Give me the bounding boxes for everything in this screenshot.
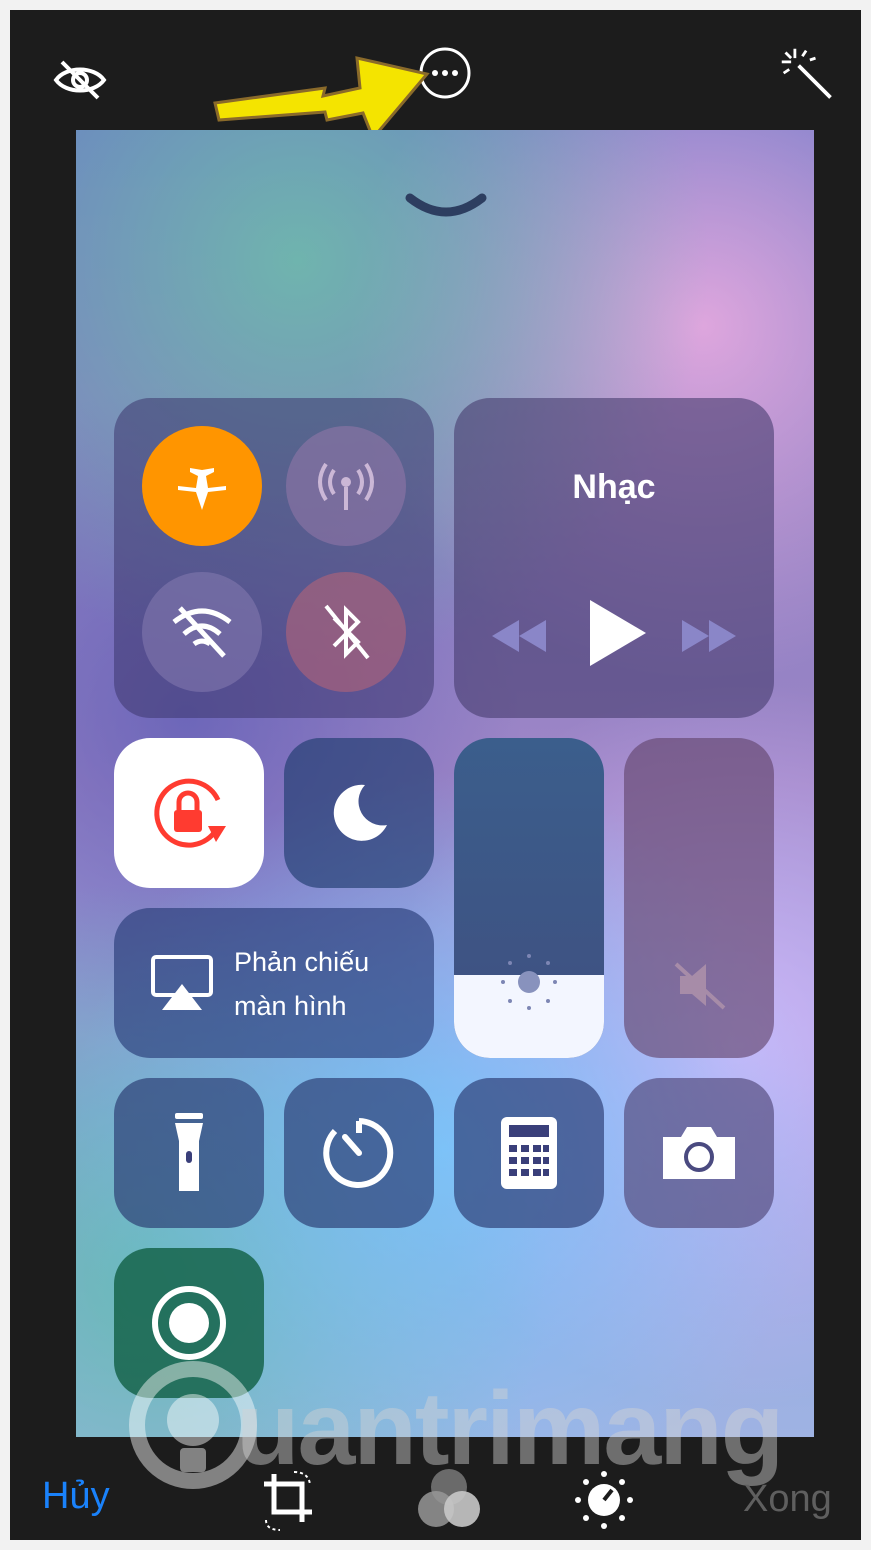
wifi-toggle[interactable] — [142, 572, 262, 692]
cancel-button[interactable]: Hủy — [42, 1475, 110, 1518]
camera-icon — [663, 1127, 735, 1179]
rotation-lock-toggle[interactable] — [114, 738, 264, 888]
connectivity-tile — [114, 398, 434, 718]
speaker-mute-icon — [674, 962, 726, 1010]
timer-icon — [323, 1118, 394, 1188]
record-icon — [152, 1286, 226, 1360]
bluetooth-toggle[interactable] — [286, 572, 406, 692]
screen-mirroring-button[interactable]: Phản chiếu màn hình — [114, 908, 434, 1058]
calculator-icon — [501, 1117, 557, 1189]
do-not-disturb-toggle[interactable] — [284, 738, 434, 888]
photo-editor-screen: Nhạc Phản chiếu màn hình uantrimang Hủy … — [10, 10, 861, 1540]
magic-wand-icon — [781, 48, 832, 99]
flashlight-icon — [175, 1113, 203, 1191]
bluetooth-off-icon — [324, 604, 370, 660]
cellular-data-toggle[interactable] — [286, 426, 406, 546]
play-icon[interactable] — [586, 598, 648, 668]
timer-button[interactable] — [284, 1078, 434, 1228]
rotation-lock-icon — [154, 778, 226, 848]
sun-icon — [501, 954, 557, 1010]
fast-forward-icon[interactable] — [680, 616, 738, 656]
chevron-down-icon — [405, 193, 487, 217]
adjust-icon — [575, 1471, 633, 1529]
screen-mirroring-label-line1: Phản chiếu — [234, 947, 370, 977]
filters-icon — [418, 1469, 480, 1527]
hide-button[interactable] — [50, 50, 110, 110]
filters-button[interactable] — [414, 1465, 484, 1535]
airplay-icon — [151, 955, 213, 1010]
brightness-slider[interactable] — [454, 738, 604, 1058]
screen-mirroring-label-line2: màn hình — [234, 991, 347, 1021]
photo-preview: Nhạc Phản chiếu màn hình — [76, 130, 814, 1437]
crop-rotate-button[interactable] — [258, 1468, 318, 1532]
moon-icon — [333, 784, 387, 841]
crop-rotate-icon — [264, 1471, 312, 1531]
wifi-off-icon — [172, 606, 232, 658]
eye-slash-icon — [53, 60, 107, 100]
airplane-icon — [178, 468, 226, 510]
volume-slider[interactable] — [624, 738, 774, 1058]
yellow-arrow-annotation — [213, 56, 430, 141]
flashlight-button[interactable] — [114, 1078, 264, 1228]
music-title: Nhạc — [572, 468, 656, 506]
antenna-icon — [318, 462, 374, 510]
camera-button[interactable] — [624, 1078, 774, 1228]
calculator-button[interactable] — [454, 1078, 604, 1228]
music-tile[interactable]: Nhạc — [454, 398, 774, 718]
rewind-icon[interactable] — [490, 616, 548, 656]
enhance-button[interactable] — [778, 45, 838, 105]
airplane-mode-toggle[interactable] — [142, 426, 262, 546]
adjust-button[interactable] — [572, 1468, 636, 1532]
done-button[interactable]: Xong — [743, 1478, 832, 1521]
